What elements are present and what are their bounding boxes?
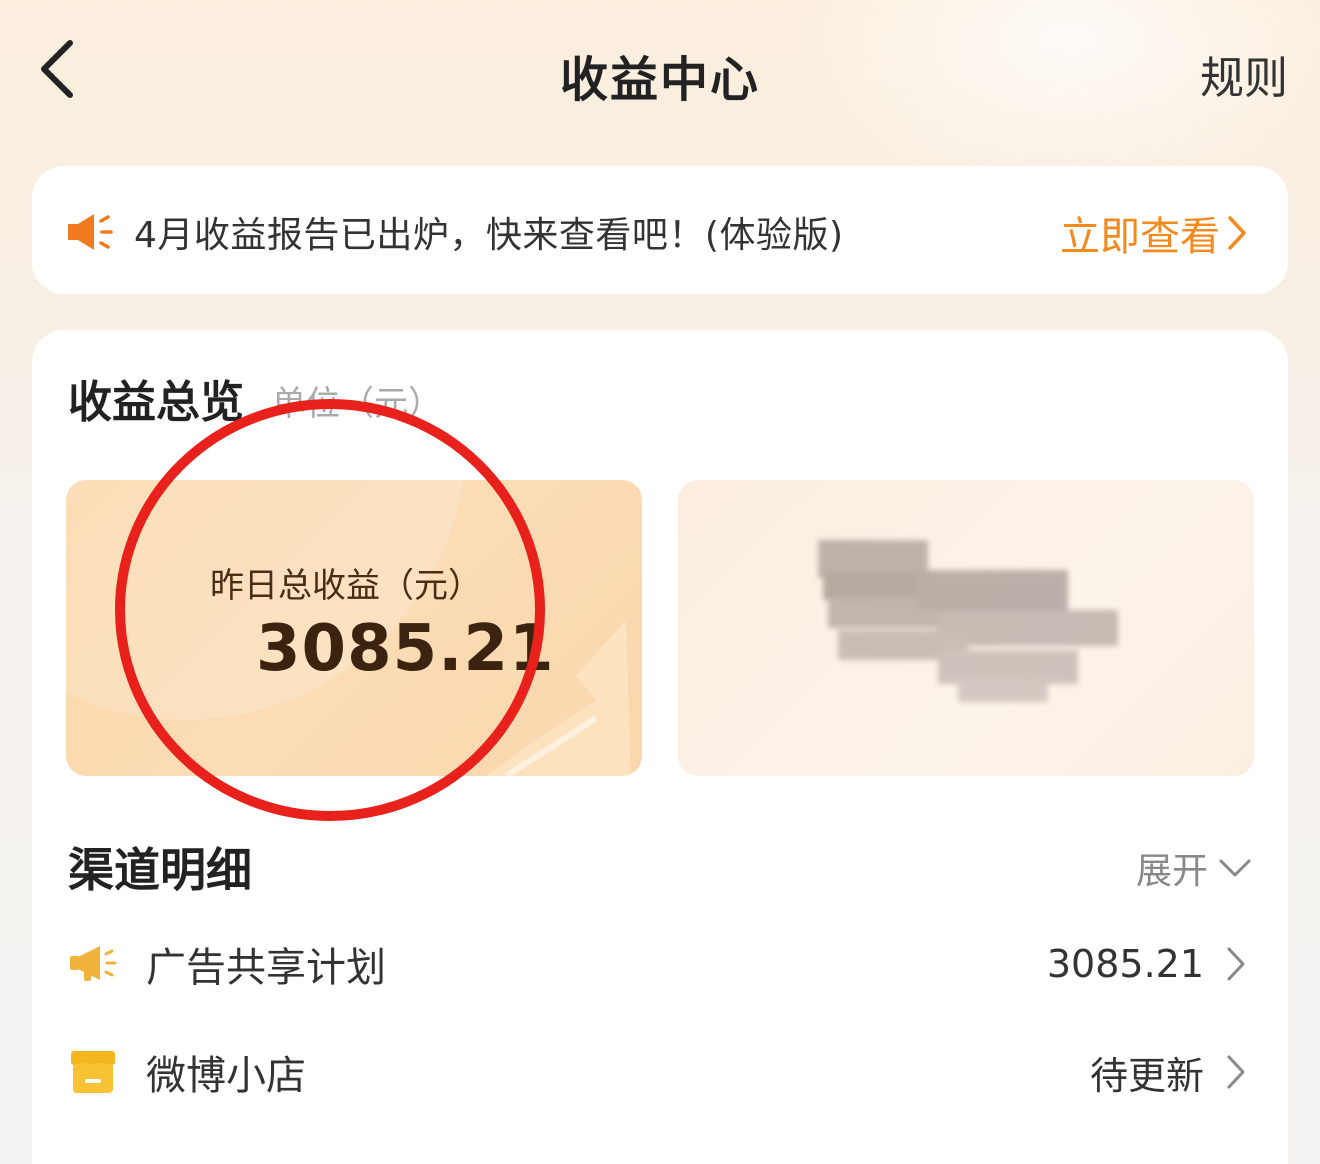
- overview-unit: 单位（元）: [272, 384, 442, 424]
- channel-row-ad-sharing[interactable]: 广告共享计划 3085.21: [66, 924, 1254, 1004]
- speaker-icon: [68, 214, 113, 250]
- channel-row-label: 广告共享计划: [146, 945, 386, 991]
- chevron-right-icon: [1228, 216, 1246, 250]
- expand-button[interactable]: 展开: [1136, 842, 1252, 894]
- rules-button[interactable]: 规则: [1200, 42, 1288, 106]
- channel-row-value: 待更新: [1089, 1053, 1204, 1098]
- channel-row-weibo-shop[interactable]: 微博小店 待更新: [66, 1032, 1254, 1112]
- yesterday-earnings-value: 3085.21: [256, 612, 555, 686]
- view-now-link[interactable]: 立即查看: [1060, 204, 1248, 262]
- chevron-right-icon: [1227, 947, 1245, 981]
- chevron-right-icon: [1227, 1055, 1245, 1089]
- channel-detail-title: 渠道明细: [68, 843, 252, 897]
- megaphone-icon: [66, 937, 120, 991]
- top-bar: 收益中心 规则: [0, 0, 1320, 140]
- redaction-scribble: [818, 540, 1118, 702]
- overview-title: 收益总览: [68, 377, 244, 428]
- expand-label: 展开: [1135, 851, 1208, 892]
- yesterday-earnings-label: 昨日总收益（元）: [210, 566, 482, 606]
- page-title: 收益中心: [559, 52, 760, 108]
- redacted-earnings-card[interactable]: [678, 480, 1254, 776]
- chevron-down-icon: [1219, 859, 1251, 877]
- shop-icon: [66, 1045, 120, 1099]
- channel-row-label: 微博小店: [146, 1053, 306, 1099]
- view-now-label: 立即查看: [1060, 214, 1220, 260]
- notice-text: 4月收益报告已出炉，快来查看吧！(体验版): [134, 215, 844, 256]
- channel-row-value: 3085.21: [1046, 942, 1204, 986]
